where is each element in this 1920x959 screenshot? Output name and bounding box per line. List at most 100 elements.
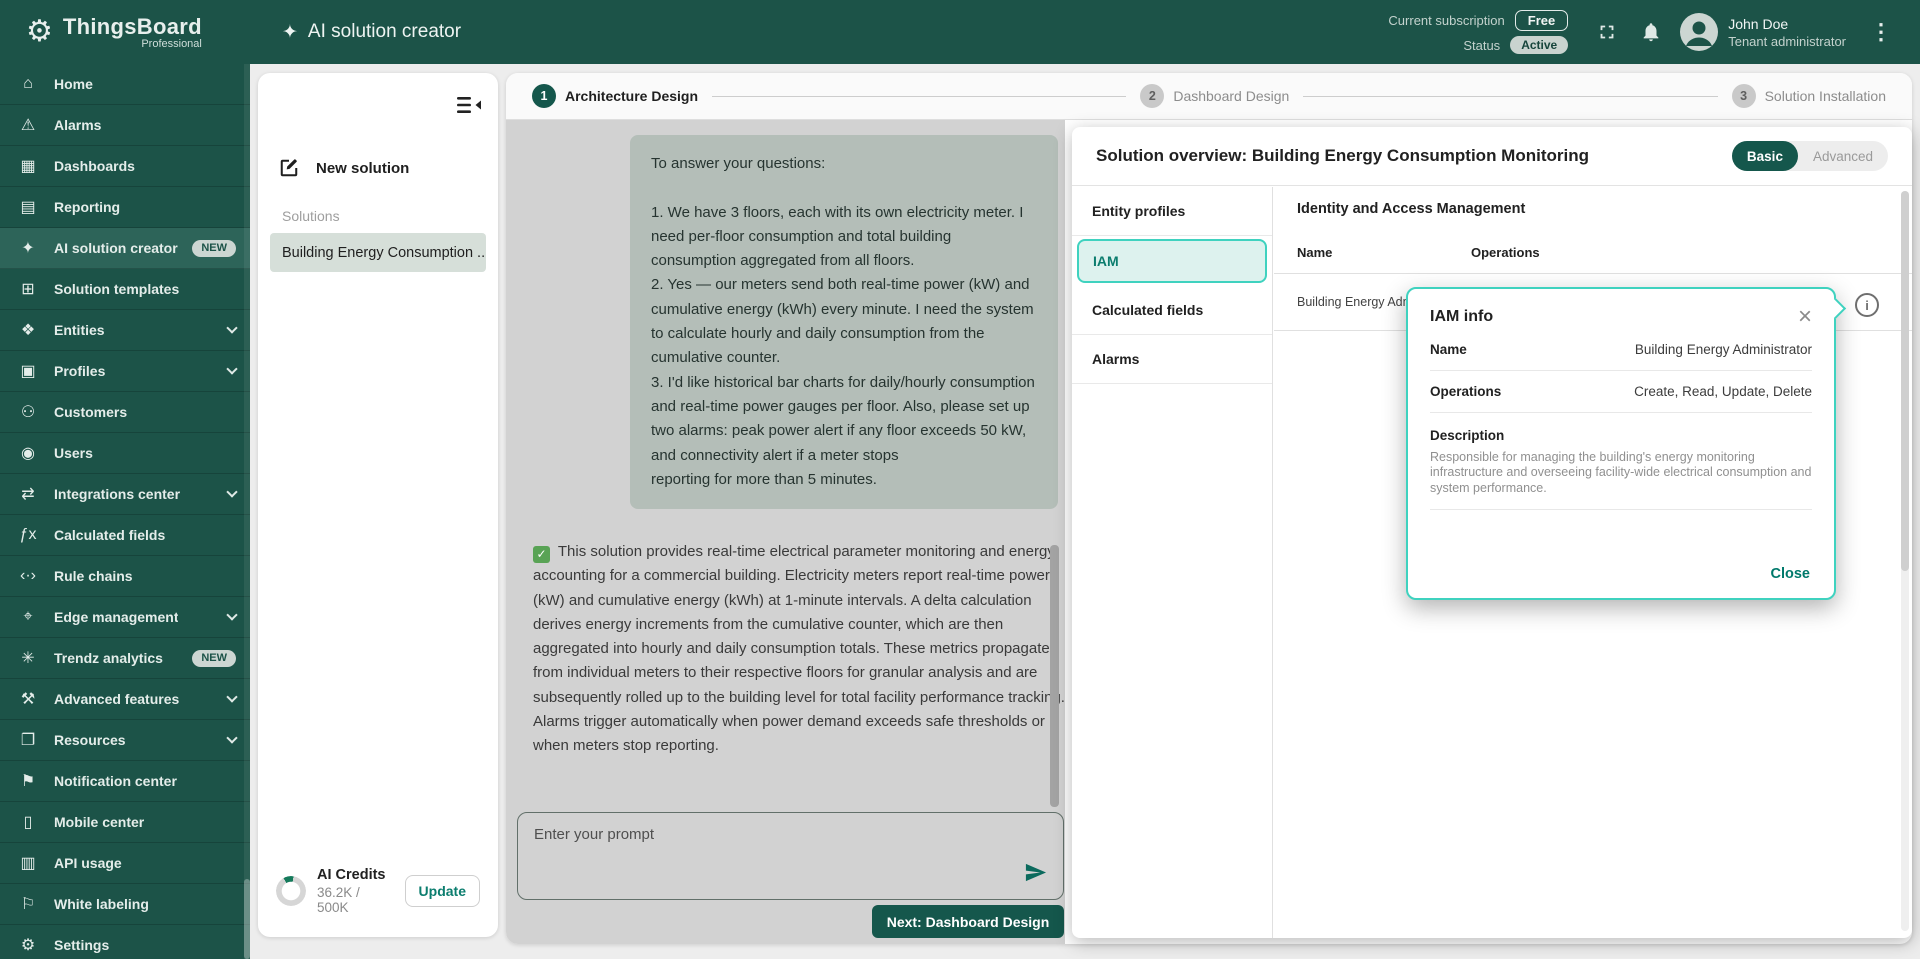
tab-entity-profiles[interactable]: Entity profiles: [1072, 187, 1272, 236]
toggle-advanced[interactable]: Advanced: [1798, 141, 1888, 171]
stepper-connector: [712, 96, 1126, 97]
overview-tab-list: Entity profiles IAM Calculated fields Al…: [1072, 187, 1273, 938]
divider: [1430, 509, 1812, 510]
chevron-down-icon: [226, 363, 237, 374]
bar-chart-icon: ▥: [16, 853, 40, 873]
sidebar-item-mobile-center[interactable]: ▯Mobile center: [0, 802, 250, 843]
sidebar-scrollbar-thumb[interactable]: [244, 879, 250, 959]
popup-title-row: IAM info ×: [1430, 305, 1812, 329]
subscription-badge: Free: [1515, 10, 1568, 31]
chevron-down-icon: [226, 486, 237, 497]
overview-scrollbar-thumb[interactable]: [1901, 191, 1909, 571]
sidebar-item-ai-solution-creator[interactable]: ✦AI solution creatorNEW: [0, 228, 250, 269]
tab-calculated-fields[interactable]: Calculated fields: [1072, 286, 1272, 335]
subscription-label: Current subscription: [1388, 13, 1504, 28]
iam-table-header: Name Operations: [1274, 239, 1912, 274]
sidebar-item-label: Profiles: [54, 363, 105, 379]
check-emoji-icon: ✓: [533, 546, 550, 563]
sidebar-item-label: Solution templates: [54, 281, 179, 297]
thingsboard-logo[interactable]: ⚙ ThingsBoard Professional: [0, 14, 250, 50]
user-name: John Doe: [1728, 16, 1846, 32]
sidebar-item-settings[interactable]: ⚙Settings: [0, 925, 250, 959]
sidebar-item-api-usage[interactable]: ▥ API usage: [0, 843, 250, 884]
collapse-panel-icon[interactable]: [456, 95, 482, 120]
integrations-icon: ⇄: [16, 484, 40, 504]
next-dashboard-design-button[interactable]: Next: Dashboard Design: [872, 905, 1064, 938]
reporting-icon: ▤: [16, 197, 40, 217]
field-label: Operations: [1430, 384, 1501, 399]
sidebar-item-calculated-fields[interactable]: ƒxCalculated fields: [0, 515, 250, 556]
sidebar-item-trendz-analytics[interactable]: ✳Trendz analyticsNEW: [0, 638, 250, 679]
sidebar-item-notification-center[interactable]: ⚑ Notification center: [0, 761, 250, 802]
sidebar-item-label: Calculated fields: [54, 527, 165, 543]
trendz-icon: ✳: [16, 648, 40, 668]
step-dashboard-design[interactable]: 2 Dashboard Design: [1140, 84, 1289, 108]
gear-icon: ⚙: [16, 935, 40, 955]
white-flag-icon: ⚐: [16, 894, 40, 914]
overview-scrollbar[interactable]: [1901, 191, 1909, 931]
column-operations: Operations: [1471, 245, 1540, 260]
sidebar-item-resources[interactable]: ❐Resources: [0, 720, 250, 761]
tab-alarms[interactable]: Alarms: [1072, 335, 1272, 384]
sidebar-item-label: Customers: [54, 404, 127, 420]
update-credits-button[interactable]: Update: [405, 875, 480, 907]
entities-icon: ❖: [16, 320, 40, 340]
sidebar-item-white-labeling[interactable]: ⚐White labeling: [0, 884, 250, 925]
popup-field-name: Name Building Energy Administrator: [1430, 329, 1812, 371]
sidebar-item-label: API usage: [54, 855, 122, 871]
close-button[interactable]: Close: [1771, 566, 1811, 582]
step-solution-installation[interactable]: 3 Solution Installation: [1732, 84, 1886, 108]
sidebar-item-edge-management[interactable]: ⌖Edge management: [0, 597, 250, 638]
sidebar-item-customers[interactable]: ⚇Customers: [0, 392, 250, 433]
info-icon[interactable]: i: [1855, 293, 1879, 317]
sidebar-item-entities[interactable]: ❖Entities: [0, 310, 250, 351]
sidebar-item-label: Notification center: [54, 773, 177, 789]
chevron-down-icon: [226, 322, 237, 333]
dashboards-icon: ▦: [16, 156, 40, 176]
sidebar-item-home[interactable]: ⌂Home: [0, 64, 250, 105]
column-name: Name: [1297, 245, 1332, 260]
header-right: Current subscription Free Status Active …: [1388, 10, 1920, 54]
logo-text: ThingsBoard Professional: [63, 14, 202, 50]
tab-iam[interactable]: IAM: [1077, 239, 1267, 283]
solutions-panel: New solution Solutions Building Energy C…: [258, 73, 498, 937]
user-menu[interactable]: John Doe Tenant administrator: [1680, 13, 1846, 51]
solution-list-item-selected[interactable]: Building Energy Consumption ...: [270, 233, 486, 272]
sidebar-item-label: AI solution creator: [54, 240, 178, 256]
new-solution-button[interactable]: New solution: [278, 157, 409, 179]
sidebar-item-label: Alarms: [54, 117, 101, 133]
sidebar-item-advanced-features[interactable]: ⚒Advanced features: [0, 679, 250, 720]
sidebar-item-solution-templates[interactable]: ⊞Solution templates: [0, 269, 250, 310]
subscription-row: Current subscription Free: [1388, 10, 1568, 31]
sparkle-icon: ✦: [282, 21, 298, 44]
flag-icon: ⚑: [16, 771, 40, 791]
fullscreen-icon[interactable]: [1592, 17, 1622, 47]
sidebar-item-dashboards[interactable]: ▦Dashboards: [0, 146, 250, 187]
sidebar-item-alarms[interactable]: ⚠Alarms: [0, 105, 250, 146]
status-label: Status: [1463, 38, 1500, 53]
assistant-message-text: This solution provides real-time electri…: [533, 543, 1065, 754]
sidebar-item-label: Users: [54, 445, 93, 461]
step-architecture-design[interactable]: 1 Architecture Design: [532, 84, 698, 108]
more-options-kebab-icon[interactable]: ⋮: [1860, 19, 1902, 45]
sidebar-item-label: Advanced features: [54, 691, 179, 707]
ai-credits-row: AI Credits 36.2K / 500K Update: [276, 867, 480, 915]
chat-scrollbar-thumb[interactable]: [1050, 545, 1059, 807]
ai-credits-progress-ring: [276, 876, 306, 906]
sidebar-item-reporting[interactable]: ▤Reporting: [0, 187, 250, 228]
send-icon[interactable]: [1022, 861, 1049, 889]
toggle-basic[interactable]: Basic: [1732, 141, 1798, 171]
popup-field-operations: Operations Create, Read, Update, Delete: [1430, 371, 1812, 413]
step-label: Solution Installation: [1765, 88, 1886, 104]
iam-info-popup: IAM info × Name Building Energy Administ…: [1406, 287, 1836, 600]
notifications-bell-icon[interactable]: [1636, 17, 1666, 47]
sidebar-item-users[interactable]: ◉Users: [0, 433, 250, 474]
sidebar-item-profiles[interactable]: ▣Profiles: [0, 351, 250, 392]
prompt-input[interactable]: [518, 813, 1063, 899]
sidebar-item-integrations-center[interactable]: ⇄Integrations center: [0, 474, 250, 515]
sidebar-item-rule-chains[interactable]: ‹·›Rule chains: [0, 556, 250, 597]
sidebar-item-label: Trendz analytics: [54, 650, 163, 666]
sidebar-scrollbar[interactable]: [244, 64, 250, 959]
close-icon[interactable]: ×: [1798, 305, 1812, 329]
field-value: Create, Read, Update, Delete: [1634, 384, 1812, 399]
